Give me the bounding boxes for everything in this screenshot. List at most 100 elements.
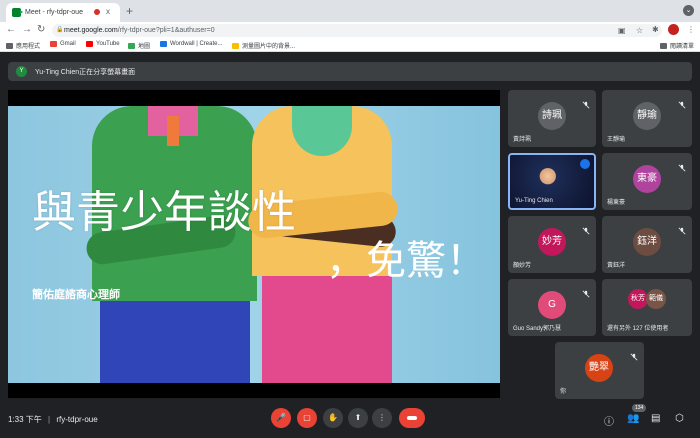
browser-tab-strip: Meet - rfy-tdpr-oue x + ⌄ [0, 0, 700, 22]
participant-name: Guo Sandy郭乃慧 [513, 326, 562, 332]
maps-icon [128, 42, 135, 49]
participant-name: 楊東豪 [607, 200, 626, 206]
bookmark-youtube[interactable]: YouTube [86, 41, 120, 47]
participant-name: Yu-Ting Chien [515, 198, 553, 204]
more-vert-icon: ⋮ [378, 413, 386, 422]
mic-off-icon [678, 222, 686, 235]
presentation-view[interactable]: 與青少年談性 ，免驚！ 簡佑庭諮商心理師 [8, 90, 500, 398]
forward-icon[interactable]: → [22, 24, 32, 35]
presentation-banner: Y Yu-Ting Chien正在分享螢幕畫面 [8, 62, 692, 81]
extensions-icon[interactable]: ✱ [652, 25, 659, 34]
youtube-icon [86, 41, 93, 47]
avatar: G [538, 291, 566, 319]
camera-in-use-icon[interactable]: ▣ [618, 24, 626, 37]
reading-list[interactable]: 閱讀清單 [660, 41, 694, 50]
slide: 與青少年談性 ，免驚！ 簡佑庭諮商心理師 [8, 106, 500, 383]
hand-icon: ✋ [328, 413, 338, 422]
camera-toggle-button[interactable]: ▢ [297, 408, 317, 428]
info-icon[interactable]: ⓘ [604, 413, 614, 428]
bookmark-gmail[interactable]: Gmail [50, 41, 76, 47]
reading-list-icon [660, 42, 667, 49]
self-tile[interactable]: 艷翠 你 [555, 342, 644, 399]
new-tab-button[interactable]: + [126, 4, 133, 18]
mic-toggle-button[interactable]: 🎤 [271, 408, 291, 428]
slide-subtitle: ，免驚！ [326, 238, 486, 284]
mic-off-icon [582, 222, 590, 235]
mic-off-icon [582, 96, 590, 109]
avatar: 秋芳 [628, 289, 648, 309]
mic-off-icon [678, 159, 686, 172]
bookmark-wordwall[interactable]: Wordwall | Create... [160, 41, 222, 47]
present-icon: ⬆ [354, 413, 362, 422]
reload-icon[interactable]: ↻ [37, 24, 45, 35]
gmail-icon [50, 41, 57, 47]
present-button[interactable]: ⬆ [348, 408, 368, 428]
avatar: 妙芳 [538, 228, 566, 256]
participant-tile[interactable]: G Guo Sandy郭乃慧 [508, 279, 596, 336]
apps-icon [6, 42, 13, 49]
mic-off-icon [582, 285, 590, 298]
photo-part [167, 116, 179, 146]
meet-favicon-icon [12, 8, 23, 17]
address-bar[interactable]: 🔒 meet.google.com/rfy-tdpr-oue?pli=1&aut… [52, 24, 662, 37]
tab-close-icon[interactable]: x [106, 7, 110, 16]
tab-title: Meet - rfy-tdpr-oue [25, 9, 83, 16]
mic-off-icon [630, 348, 638, 361]
photo-part [100, 301, 250, 383]
slide-title: 與青少年談性 [32, 187, 296, 238]
wordwall-icon [160, 41, 167, 47]
participant-name: 顏妙芳 [513, 263, 532, 269]
avatar: 範儀 [646, 289, 666, 309]
bookmark-measure[interactable]: 測量圖片中的背景... [232, 41, 295, 50]
recording-dot-icon [94, 9, 100, 15]
separator: | [48, 415, 51, 424]
avatar: 靜瑜 [633, 102, 661, 130]
profile-avatar[interactable] [668, 24, 679, 35]
avatar: 東豪 [633, 165, 661, 193]
banner-text: Yu-Ting Chien正在分享螢幕畫面 [35, 68, 136, 76]
url-path: /rfy-tdpr-oue?pli=1&authuser=0 [117, 27, 215, 34]
meet-main: Y Yu-Ting Chien正在分享螢幕畫面 與青少年談性 ，免驚！ 簡佑庭諮… [0, 53, 700, 438]
people-icon[interactable]: 👥 [627, 413, 639, 424]
page-icon [232, 42, 239, 49]
chat-icon[interactable]: ▤ [651, 413, 660, 424]
browser-toolbar: ← → ↻ 🔒 meet.google.com/rfy-tdpr-oue?pli… [0, 22, 700, 39]
mic-off-icon [678, 96, 686, 109]
more-options-button[interactable]: ⋮ [372, 408, 392, 428]
bookmarks-bar: 應用程式 Gmail YouTube 地圖 Wordwall | Create.… [0, 39, 700, 52]
leave-call-button[interactable] [399, 408, 425, 428]
participant-tile[interactable]: 詩珮 黃詩珮 [508, 90, 596, 147]
url-host: meet.google.com [64, 27, 118, 34]
participant-tile[interactable]: 鈺洋 黃鈺洋 [602, 216, 692, 273]
call-controls-bar: 1:33 下午 | rfy-tdpr-oue 🎤 ▢ ✋ ⬆ ⋮ ⓘ 👥 134… [0, 400, 700, 438]
slide-author: 簡佑庭諮商心理師 [32, 289, 120, 301]
chrome-menu-icon[interactable]: ⋮ [687, 25, 695, 34]
back-icon[interactable]: ← [6, 24, 16, 35]
bookmark-maps[interactable]: 地圖 [128, 41, 150, 50]
participant-tile[interactable]: 妙芳 顏妙芳 [508, 216, 596, 273]
avatar: 詩珮 [538, 102, 566, 130]
photo-part [262, 276, 392, 383]
people-count-badge: 134 [632, 404, 647, 412]
participant-name: 王靜瑜 [607, 137, 626, 143]
presenter-avatar: Y [16, 66, 27, 77]
others-count: 還有另外 127 位使用者 [607, 326, 669, 332]
participant-tile[interactable]: 靜瑜 王靜瑜 [602, 90, 692, 147]
participant-tile[interactable]: 東豪 楊東豪 [602, 153, 692, 210]
mic-off-icon: 🎤 [276, 413, 286, 422]
speaking-indicator-icon [580, 159, 590, 169]
bookmark-apps[interactable]: 應用程式 [6, 41, 40, 50]
browser-menu-icon[interactable]: ⌄ [683, 5, 694, 16]
browser-tab[interactable]: Meet - rfy-tdpr-oue x [6, 3, 120, 22]
participant-tile-speaking[interactable]: Yu-Ting Chien [508, 153, 596, 210]
participant-name: 你 [560, 389, 567, 395]
others-tile[interactable]: 秋芳 範儀 還有另外 127 位使用者 [602, 279, 692, 336]
raise-hand-button[interactable]: ✋ [323, 408, 343, 428]
lock-icon: 🔒 [56, 27, 64, 33]
camera-off-icon: ▢ [303, 413, 311, 422]
clock-time: 1:33 下午 [8, 415, 42, 424]
activities-icon[interactable]: ⬡ [675, 413, 684, 424]
bookmark-star-icon[interactable]: ☆ [636, 24, 643, 37]
participant-name: 黃鈺洋 [607, 263, 626, 269]
avatar: 艷翠 [585, 354, 613, 382]
